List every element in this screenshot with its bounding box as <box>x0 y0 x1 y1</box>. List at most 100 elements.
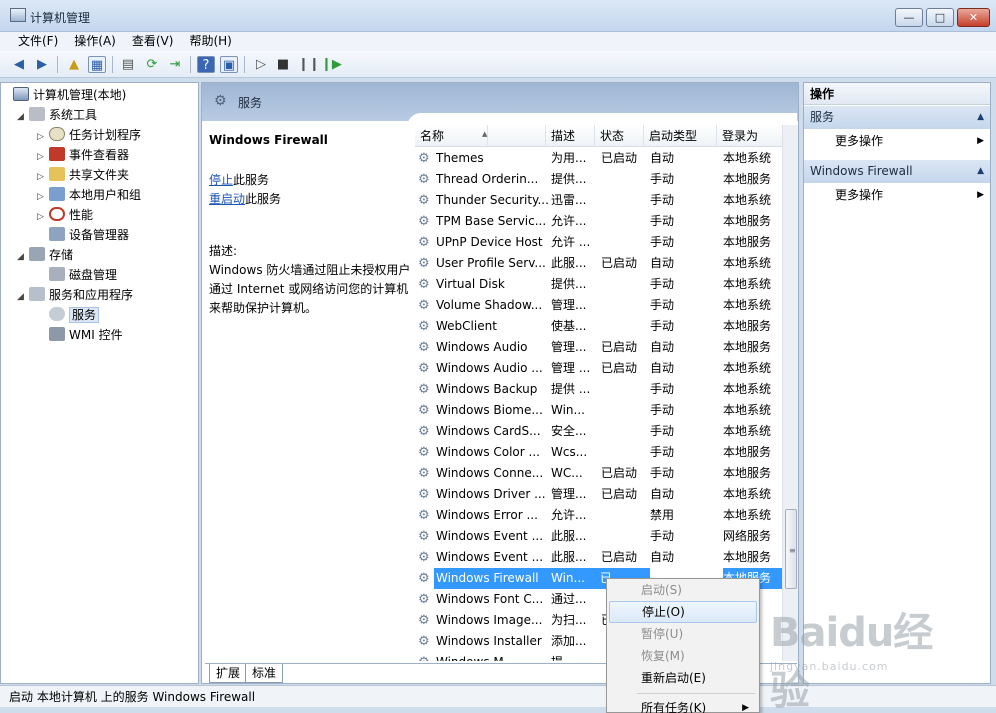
help-icon[interactable]: ? <box>197 56 215 73</box>
ctx-all-tasks[interactable]: 所有任务(K) ▶ <box>609 697 757 713</box>
properties-icon[interactable]: ▤ <box>119 56 137 73</box>
table-row[interactable]: ⚙ Windows Color ... Wcs... 手动 本地服务 <box>415 442 785 463</box>
firewall-more-actions[interactable]: 更多操作 ▶ <box>804 184 990 206</box>
tree-disk-management[interactable]: 磁盘管理 <box>49 265 117 285</box>
table-row[interactable]: ⚙ Thread Orderin... 提供... 手动 本地服务 <box>415 169 785 190</box>
pause-service-icon[interactable]: ❙❙ <box>298 56 320 73</box>
table-row[interactable]: ⚙ Windows Conne... WC... 已启动 手动 本地服务 <box>415 463 785 484</box>
collapse-icon[interactable]: ◢ <box>17 107 29 127</box>
table-row[interactable]: ⚙ Themes 为用... 已启动 自动 本地系统 <box>415 148 785 169</box>
service-logon: 本地系统 <box>723 277 772 291</box>
tree-root[interactable]: 计算机管理(本地) <box>13 85 126 105</box>
tree-performance[interactable]: ▷ 性能 <box>37 205 93 225</box>
close-button[interactable]: ✕ <box>957 8 990 27</box>
back-arrow-icon[interactable]: ◀ <box>10 56 28 73</box>
table-row[interactable]: ⚙ UPnP Device Host 允许 ... 手动 本地服务 <box>415 232 785 253</box>
console-tree-icon[interactable]: ▦ <box>88 56 106 73</box>
tree-system-tools[interactable]: ◢ 系统工具 <box>17 105 97 125</box>
tree-services-apps[interactable]: ◢ 服务和应用程序 <box>17 285 133 305</box>
tab-extended[interactable]: 扩展 <box>209 664 248 683</box>
table-row[interactable]: ⚙ Volume Shadow... 管理... 手动 本地系统 <box>415 295 785 316</box>
menu-help[interactable]: 帮助(H) <box>181 32 239 51</box>
collapse-icon[interactable]: ◢ <box>17 247 29 267</box>
maximize-button[interactable]: □ <box>926 8 954 27</box>
restart-service-icon[interactable]: ❙▶ <box>321 56 342 73</box>
collapse-triangle-icon[interactable]: ▲ <box>977 106 984 129</box>
column-logon-as[interactable]: 登录为 <box>717 125 785 147</box>
expand-icon[interactable]: ▷ <box>37 147 49 167</box>
column-status[interactable]: 状态 <box>595 125 644 147</box>
tree-storage[interactable]: ◢ 存储 <box>17 245 73 265</box>
table-row[interactable]: ⚙ Virtual Disk 提供... 手动 本地系统 <box>415 274 785 295</box>
table-row[interactable]: ⚙ Windows Event ... 此服... 已启动 自动 本地服务 <box>415 547 785 568</box>
start-service-icon[interactable]: ▷ <box>252 56 270 73</box>
restart-service-link[interactable]: 重启动 <box>209 192 245 206</box>
expand-icon[interactable]: ▷ <box>37 167 49 187</box>
table-row[interactable]: ⚙ Windows Audio ... 管理 ... 已启动 自动 本地系统 <box>415 358 785 379</box>
service-startup-type: 手动 <box>650 382 675 396</box>
table-row[interactable]: ⚙ WebClient 使基... 手动 本地服务 <box>415 316 785 337</box>
ctx-pause[interactable]: 暂停(U) <box>609 623 757 645</box>
table-row[interactable]: ⚙ Windows Biome... Win... 手动 本地系统 <box>415 400 785 421</box>
window-title: 计算机管理 <box>30 11 91 25</box>
ctx-stop[interactable]: 停止(O) <box>609 601 757 623</box>
stop-service-icon[interactable]: ■ <box>274 56 292 73</box>
menu-file[interactable]: 文件(F) <box>10 32 66 51</box>
actions-group-services[interactable]: 服务 ▲ <box>804 106 990 129</box>
tree-local-users[interactable]: ▷ 本地用户和组 <box>37 185 141 205</box>
column-description[interactable]: 描述 <box>546 125 595 147</box>
service-logon: 本地系统 <box>723 361 772 375</box>
service-name: Thread Orderin... <box>436 172 539 186</box>
storage-icon <box>29 247 45 261</box>
table-row[interactable]: ⚙ User Profile Serv... 此服... 已启动 自动 本地系统 <box>415 253 785 274</box>
up-folder-icon[interactable]: ▲ <box>65 56 83 73</box>
title-bar: 计算机管理 — □ ✕ <box>0 0 996 32</box>
service-name: Windows Installer <box>436 634 542 648</box>
tree-wmi[interactable]: WMI 控件 <box>49 325 123 345</box>
service-name: UPnP Device Host <box>436 235 543 249</box>
ctx-resume[interactable]: 恢复(M) <box>609 645 757 667</box>
stop-service-link[interactable]: 停止 <box>209 173 233 187</box>
table-row[interactable]: ⚙ Windows CardS... 安全... 手动 本地系统 <box>415 421 785 442</box>
expand-icon[interactable]: ▷ <box>37 207 49 227</box>
tree-device-manager[interactable]: 设备管理器 <box>49 225 129 245</box>
collapse-triangle-icon[interactable]: ▲ <box>977 160 984 183</box>
gear-icon: ⚙ <box>418 214 430 229</box>
tree-task-scheduler[interactable]: ▷ 任务计划程序 <box>37 125 141 145</box>
table-row[interactable]: ⚙ Thunder Security... 迅雷... 手动 本地系统 <box>415 190 785 211</box>
refresh-icon[interactable]: ⟳ <box>143 56 161 73</box>
scrollbar-thumb[interactable]: ≡ <box>785 509 797 589</box>
forward-arrow-icon[interactable]: ▶ <box>33 56 51 73</box>
ctx-start[interactable]: 启动(S) <box>609 579 757 601</box>
service-logon: 本地系统 <box>723 382 772 396</box>
menu-view[interactable]: 查看(V) <box>124 32 182 51</box>
service-startup-type: 手动 <box>650 298 675 312</box>
gear-icon: ⚙ <box>418 466 430 481</box>
services-more-actions[interactable]: 更多操作 ▶ <box>804 130 990 152</box>
expand-icon[interactable]: ▷ <box>37 187 49 207</box>
table-row[interactable]: ⚙ Windows Audio 管理... 已启动 自动 本地服务 <box>415 337 785 358</box>
collapse-icon[interactable]: ◢ <box>17 287 29 307</box>
ctx-restart[interactable]: 重新启动(E) <box>609 667 757 689</box>
tree-event-viewer[interactable]: ▷ 事件查看器 <box>37 145 129 165</box>
tree-shared-folders[interactable]: ▷ 共享文件夹 <box>37 165 129 185</box>
console-tree: 计算机管理(本地) ◢ 系统工具 ▷ 任务计划程序 ▷ 事件查看器 ▷ 共享文件夹 ▷ 本… <box>0 82 199 684</box>
tree-services[interactable]: 服务 <box>49 305 100 325</box>
show-hide-action-pane-icon[interactable]: ▣ <box>220 56 238 73</box>
service-name: Windows Error ... <box>436 508 538 522</box>
vertical-scrollbar[interactable]: ≡ <box>782 125 798 661</box>
minimize-button[interactable]: — <box>895 8 923 27</box>
service-startup-type: 禁用 <box>650 508 675 522</box>
table-row[interactable]: ⚙ Windows Error ... 允许... 禁用 本地系统 <box>415 505 785 526</box>
service-logon: 本地服务 <box>723 445 772 459</box>
table-row[interactable]: ⚙ Windows Event ... 此服... 手动 网络服务 <box>415 526 785 547</box>
export-list-icon[interactable]: ⇥ <box>166 56 184 73</box>
menu-action[interactable]: 操作(A) <box>66 32 124 51</box>
table-row[interactable]: ⚙ Windows Driver ... 管理... 已启动 自动 本地系统 <box>415 484 785 505</box>
column-startup-type[interactable]: 启动类型 <box>644 125 717 147</box>
table-row[interactable]: ⚙ TPM Base Servic... 允许... 手动 本地服务 <box>415 211 785 232</box>
actions-group-firewall[interactable]: Windows Firewall ▲ <box>804 160 990 183</box>
tab-standard[interactable]: 标准 <box>245 664 284 683</box>
expand-icon[interactable]: ▷ <box>37 127 49 147</box>
table-row[interactable]: ⚙ Windows Backup 提供 ... 手动 本地系统 <box>415 379 785 400</box>
